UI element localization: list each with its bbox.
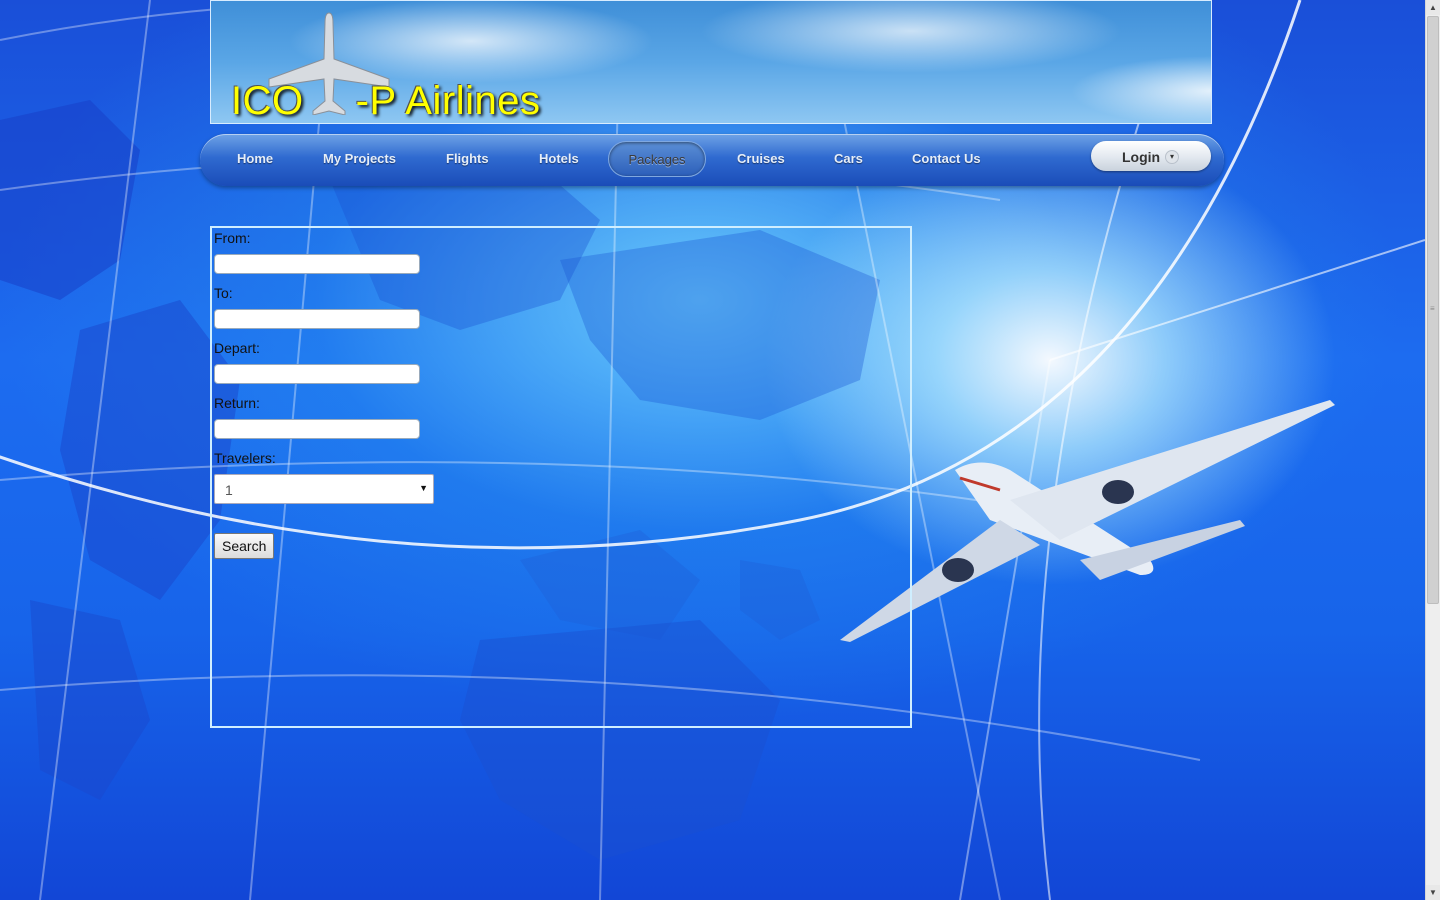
airplane-photo	[840, 400, 1335, 642]
dropdown-arrow-icon: ▼	[419, 483, 428, 493]
to-label: To:	[214, 285, 233, 301]
travelers-label: Travelers:	[214, 450, 276, 466]
nav-item-home[interactable]: Home	[237, 151, 273, 166]
site-logo-text[interactable]: ICO -P Airlines	[231, 79, 541, 123]
logo-prefix: ICO	[231, 79, 304, 123]
depart-label: Depart:	[214, 340, 260, 356]
vertical-scrollbar[interactable]: ▲ ≡ ▼	[1425, 0, 1440, 900]
nav-item-packages[interactable]: Packages	[608, 141, 706, 177]
from-label: From:	[214, 230, 251, 246]
to-input[interactable]	[214, 309, 420, 329]
package-search-form: From: To: Depart: Return: Travelers: 1 ▼…	[210, 226, 912, 728]
return-label: Return:	[214, 395, 260, 411]
logo-suffix: -P Airlines	[355, 79, 541, 123]
travelers-select[interactable]: 1 ▼	[214, 474, 434, 504]
nav-item-my-projects[interactable]: My Projects	[323, 151, 396, 166]
nav-item-cruises[interactable]: Cruises	[737, 151, 785, 166]
search-button[interactable]: Search	[214, 533, 275, 559]
nav-item-contact-us[interactable]: Contact Us	[912, 151, 981, 166]
depart-input[interactable]	[214, 364, 420, 384]
return-input[interactable]	[214, 419, 420, 439]
chevron-down-icon: ▾	[1165, 150, 1179, 164]
travelers-selected-value: 1	[225, 482, 233, 498]
main-nav: Home My Projects Flights Hotels Packages…	[200, 134, 1224, 186]
scroll-down-arrow-icon[interactable]: ▼	[1426, 885, 1440, 900]
from-input[interactable]	[214, 254, 420, 274]
nav-item-cars[interactable]: Cars	[834, 151, 863, 166]
nav-item-packages-label: Packages	[628, 152, 686, 167]
login-button[interactable]: Login ▾	[1091, 141, 1211, 171]
nav-item-hotels[interactable]: Hotels	[539, 151, 579, 166]
scroll-thumb[interactable]: ≡	[1427, 16, 1439, 604]
nav-item-flights[interactable]: Flights	[446, 151, 489, 166]
scroll-up-arrow-icon[interactable]: ▲	[1426, 0, 1440, 15]
header-banner: ICO -P Airlines	[210, 0, 1212, 124]
grip-icon: ≡	[1430, 304, 1435, 313]
login-label: Login	[1122, 149, 1161, 165]
